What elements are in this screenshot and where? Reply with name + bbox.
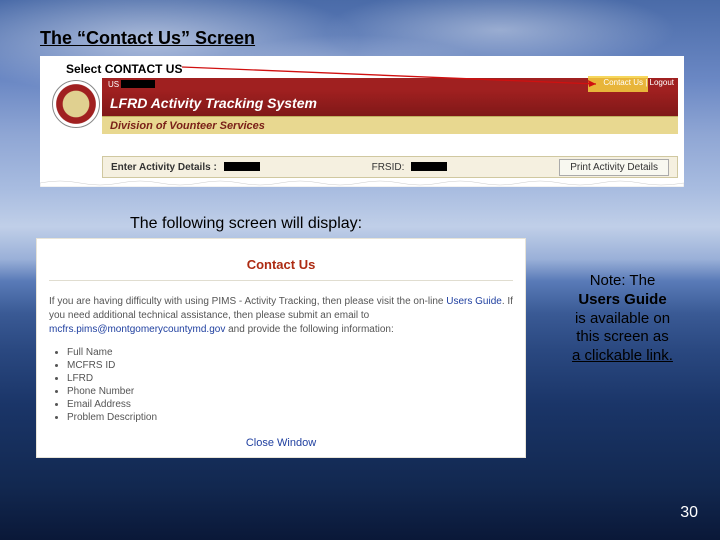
- page-number: 30: [680, 504, 698, 522]
- enter-details-group: Enter Activity Details :: [111, 162, 260, 173]
- close-window-link[interactable]: Close Window: [37, 437, 525, 449]
- frsid-group: FRSID:: [372, 162, 448, 173]
- contact-us-link[interactable]: Contact Us: [603, 78, 643, 87]
- redaction: [411, 162, 447, 171]
- logout-link[interactable]: Logout: [650, 78, 674, 87]
- info-bullet-list: Full Name MCFRS ID LFRD Phone Number Ema…: [67, 347, 513, 423]
- list-item: Email Address: [67, 399, 513, 410]
- select-contact-label: Select CONTACT US: [66, 62, 182, 76]
- redaction: [121, 80, 155, 88]
- list-item: Phone Number: [67, 386, 513, 397]
- list-item: MCFRS ID: [67, 360, 513, 371]
- app-header: US Contact Us | Logout LFRD Activity Tra…: [102, 78, 678, 148]
- divider: [49, 280, 513, 281]
- support-email-link[interactable]: mcfrs.pims@montgomerycountymd.gov: [49, 324, 225, 335]
- note-callout: Note: The Users Guide is available on th…: [555, 272, 690, 366]
- top-utility-bar: US Contact Us | Logout: [102, 78, 678, 90]
- list-item: Full Name: [67, 347, 513, 358]
- redaction: [224, 162, 260, 171]
- agency-seal-icon: [52, 80, 100, 128]
- list-item: LFRD: [67, 373, 513, 384]
- torn-edge-icon: [40, 179, 684, 187]
- contact-heading: Contact Us: [49, 257, 513, 272]
- print-activity-button[interactable]: Print Activity Details: [559, 159, 669, 176]
- header-links: Contact Us | Logout: [603, 78, 674, 87]
- screenshot-contact-panel: Contact Us If you are having difficulty …: [36, 238, 526, 458]
- list-item: Problem Description: [67, 412, 513, 423]
- slide-title: The “Contact Us” Screen: [40, 28, 255, 49]
- screenshot-header-area: Select CONTACT US US Contact Us | Logout…: [40, 56, 684, 184]
- help-paragraph: If you are having difficulty with using …: [49, 295, 513, 337]
- users-guide-link[interactable]: Users Guide: [446, 296, 502, 307]
- activity-details-bar: Enter Activity Details : FRSID: Print Ac…: [102, 156, 678, 178]
- user-indicator: US: [108, 80, 155, 89]
- following-text: The following screen will display:: [130, 215, 362, 233]
- division-bar: Division of Vounteer Services: [102, 116, 678, 134]
- app-title-bar: LFRD Activity Tracking System: [102, 90, 678, 116]
